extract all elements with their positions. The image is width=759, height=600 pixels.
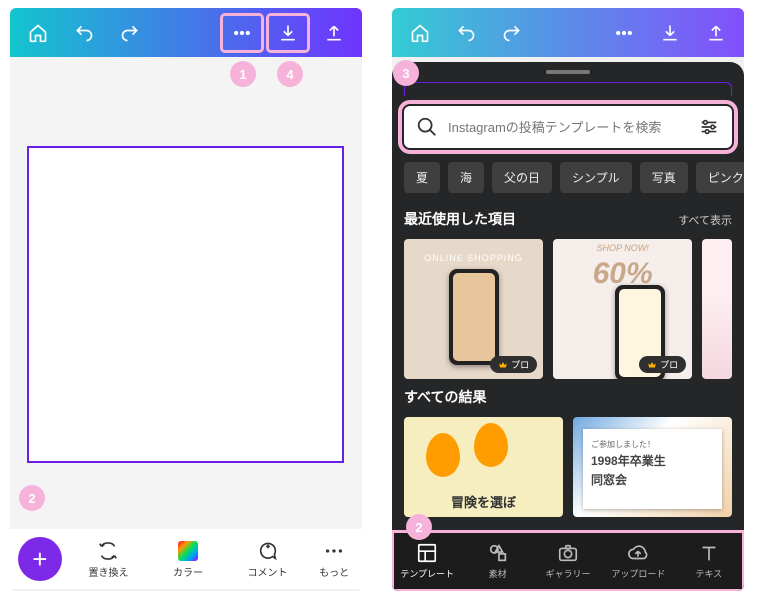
share-icon[interactable] bbox=[314, 15, 354, 51]
nav-text[interactable]: テキス bbox=[674, 531, 744, 591]
toolbar-item-comment[interactable]: コメント bbox=[235, 540, 301, 579]
pro-badge: プロ bbox=[639, 356, 686, 373]
filter-icon[interactable] bbox=[698, 116, 720, 138]
chip[interactable]: 写真 bbox=[640, 162, 688, 193]
more-icon[interactable] bbox=[604, 15, 644, 51]
home-icon[interactable] bbox=[18, 15, 58, 51]
toolbar-item-color[interactable]: カラー bbox=[155, 540, 221, 579]
filter-chips: 夏 海 父の日 シンプル 写真 ピンク bbox=[392, 148, 744, 201]
upload-icon bbox=[627, 542, 649, 564]
callout-2-left: 2 bbox=[19, 485, 45, 511]
search-bar[interactable] bbox=[404, 106, 732, 148]
callout-1: 1 bbox=[230, 61, 256, 87]
home-icon[interactable] bbox=[400, 15, 440, 51]
template-thumb[interactable]: SHOP NOW! 60% プロ bbox=[553, 239, 692, 379]
topbar bbox=[10, 8, 362, 57]
chip[interactable]: ピンク bbox=[696, 162, 744, 193]
camera-icon bbox=[557, 542, 579, 564]
callout-2-right: 2 bbox=[406, 514, 432, 540]
template-thumb[interactable]: ご参加しました！ 1998年卒業生 同窓会 bbox=[573, 417, 732, 517]
toolbar-item-more[interactable]: もっと bbox=[314, 540, 354, 579]
download-icon[interactable] bbox=[268, 15, 308, 51]
add-button[interactable]: + bbox=[18, 537, 62, 581]
more-icon[interactable] bbox=[222, 15, 262, 51]
see-all-link[interactable]: すべて表示 bbox=[678, 212, 732, 228]
chip[interactable]: 父の日 bbox=[492, 162, 552, 193]
callout-3: 3 bbox=[393, 60, 419, 86]
pro-badge: プロ bbox=[490, 356, 537, 373]
chip[interactable]: シンプル bbox=[560, 162, 632, 193]
comment-icon bbox=[257, 540, 279, 562]
topbar bbox=[392, 8, 744, 57]
template-thumb[interactable]: ONLINE SHOPPING プロ bbox=[404, 239, 543, 379]
undo-icon[interactable] bbox=[64, 15, 104, 51]
elements-icon bbox=[487, 542, 509, 564]
editor-screen: + 置き換え カラー コメント もっと bbox=[10, 8, 362, 591]
color-icon bbox=[177, 540, 199, 562]
balloon-icon bbox=[474, 423, 508, 467]
template-thumb[interactable] bbox=[702, 239, 732, 379]
drag-handle[interactable] bbox=[546, 70, 590, 74]
toolbar-item-swap[interactable]: 置き換え bbox=[76, 540, 142, 579]
download-icon[interactable] bbox=[650, 15, 690, 51]
section-title: 最近使用した項目 bbox=[404, 209, 516, 229]
bottom-toolbar: + 置き換え カラー コメント もっと bbox=[10, 529, 362, 589]
nav-elements[interactable]: 素材 bbox=[462, 531, 532, 591]
bottom-nav: テンプレート 素材 ギャラリー アップロード テキス bbox=[392, 531, 744, 591]
canvas-area bbox=[10, 57, 362, 529]
nav-gallery[interactable]: ギャラリー bbox=[533, 531, 603, 591]
swap-icon bbox=[97, 540, 119, 562]
search-icon bbox=[416, 116, 438, 138]
undo-icon[interactable] bbox=[446, 15, 486, 51]
chip[interactable]: 海 bbox=[448, 162, 484, 193]
phone-mock-icon bbox=[449, 269, 499, 365]
search-input[interactable] bbox=[448, 120, 688, 135]
chip[interactable]: 夏 bbox=[404, 162, 440, 193]
redo-icon[interactable] bbox=[110, 15, 150, 51]
nav-upload[interactable]: アップロード bbox=[603, 531, 673, 591]
redo-icon[interactable] bbox=[492, 15, 532, 51]
text-icon bbox=[698, 542, 720, 564]
template-thumb[interactable]: 冒険を選ぼ bbox=[404, 417, 563, 517]
templates-panel: 夏 海 父の日 シンプル 写真 ピンク 最近使用した項目 すべて表示 ONLIN… bbox=[392, 62, 744, 591]
share-icon[interactable] bbox=[696, 15, 736, 51]
callout-4: 4 bbox=[277, 61, 303, 87]
nav-templates[interactable]: テンプレート bbox=[392, 531, 462, 591]
section-results: すべての結果 冒険を選ぼ ご参加しました！ 1998年卒業生 同窓会 bbox=[392, 379, 744, 517]
panel-accent bbox=[404, 82, 732, 96]
ellipsis-icon bbox=[323, 540, 345, 562]
balloon-icon bbox=[426, 433, 460, 477]
template-icon bbox=[416, 542, 438, 564]
templates-screen: 夏 海 父の日 シンプル 写真 ピンク 最近使用した項目 すべて表示 ONLIN… bbox=[392, 8, 744, 591]
section-recent: 最近使用した項目 すべて表示 ONLINE SHOPPING プロ SHOP N… bbox=[392, 201, 744, 379]
section-title: すべての結果 bbox=[404, 387, 486, 407]
canvas-artboard[interactable] bbox=[28, 147, 343, 462]
